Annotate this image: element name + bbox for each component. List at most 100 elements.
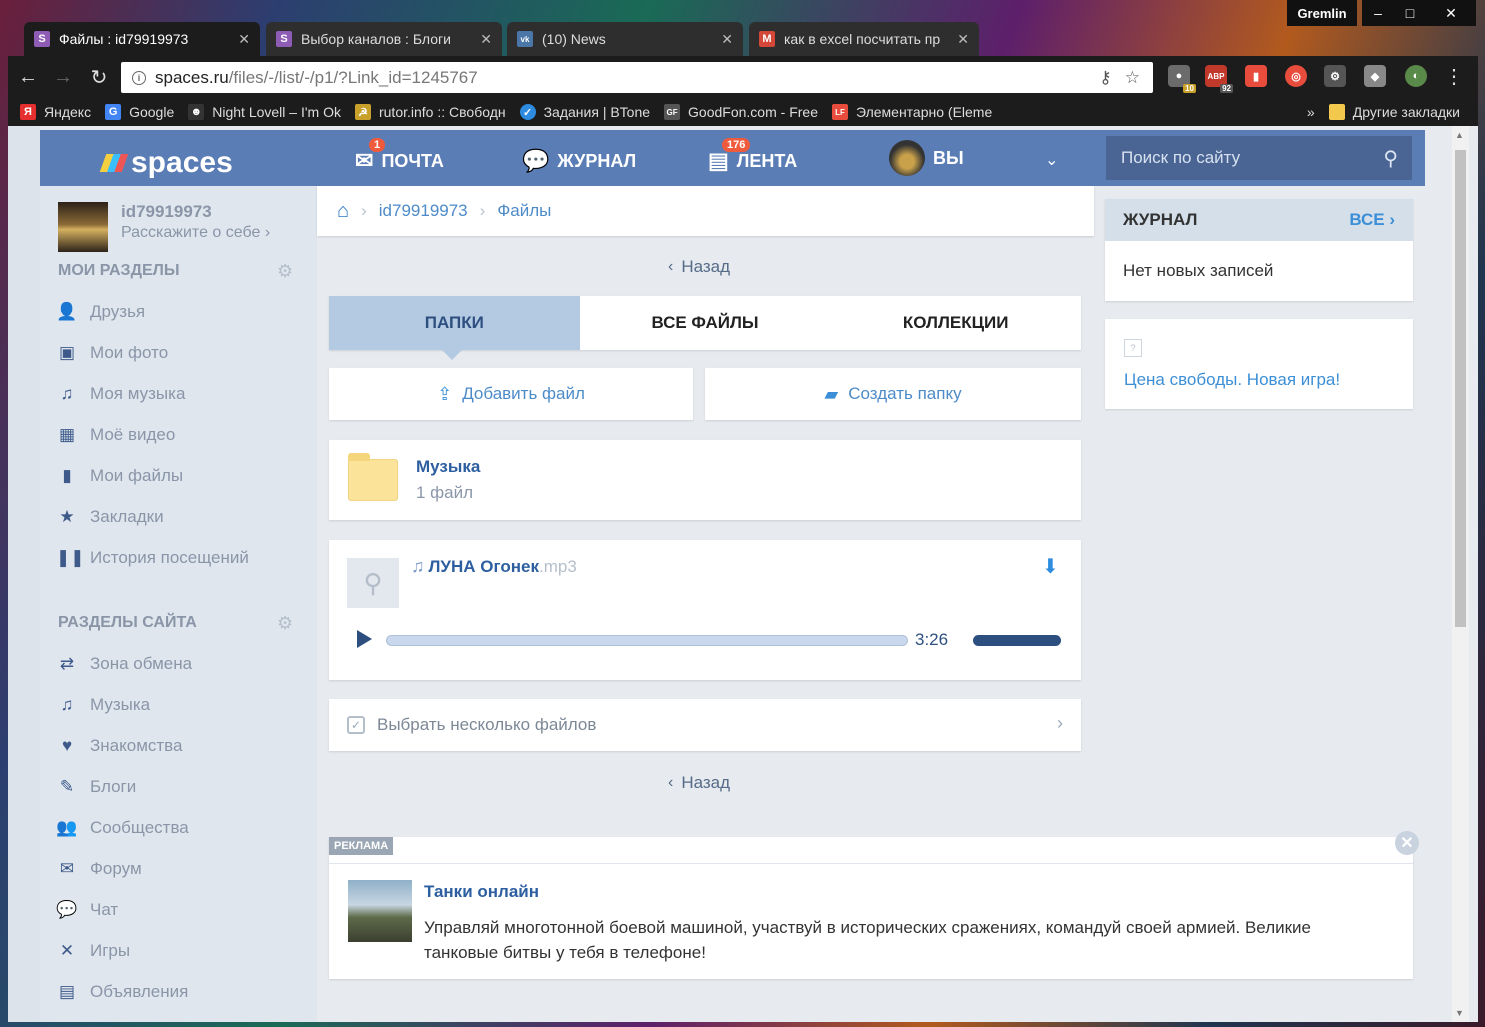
- chevron-down-icon[interactable]: ⌄: [1045, 150, 1058, 170]
- sidebar-item-video[interactable]: ▦ Моё видео: [56, 425, 175, 445]
- extension-people-icon[interactable]: ● 10: [1168, 65, 1196, 93]
- site-info-icon[interactable]: i: [132, 70, 146, 85]
- bookmark-night-lovell[interactable]: ☻ Night Lovell – I'm Ok: [188, 104, 341, 120]
- back-link-bottom[interactable]: ‹ Назад: [668, 773, 730, 793]
- tab-collections[interactable]: КОЛЛЕКЦИИ: [830, 296, 1081, 350]
- sidebar-item-bookmarks[interactable]: ★ Закладки: [56, 507, 163, 527]
- breadcrumb-user-link[interactable]: id79919973: [379, 201, 468, 221]
- bookmark-elementary[interactable]: LF Элементарно (Eleme: [831, 104, 992, 120]
- create-folder-button[interactable]: ▰ Создать папку: [705, 368, 1081, 420]
- spaces-logo-mark-icon: [99, 154, 129, 172]
- minimize-button[interactable]: –: [1362, 0, 1394, 26]
- gmail-favicon-icon: M: [759, 31, 775, 47]
- extension-target-icon[interactable]: ◎: [1285, 65, 1307, 87]
- scrollbar-thumb[interactable]: [1455, 150, 1466, 627]
- scroll-down-icon[interactable]: ▼: [1455, 1008, 1464, 1018]
- tab-close-icon[interactable]: ✕: [957, 31, 969, 48]
- tab-folders[interactable]: ПАПКИ: [329, 296, 580, 360]
- extension-cube-icon[interactable]: ◆: [1364, 65, 1386, 87]
- back-link-top[interactable]: ‹ Назад: [668, 257, 730, 277]
- key-icon[interactable]: ⚷: [1099, 68, 1111, 88]
- folder-icon: [1328, 104, 1345, 120]
- profile-about-link[interactable]: Расскажите о себе ›: [121, 224, 270, 242]
- tab-all-files[interactable]: ВСЕ ФАЙЛЫ: [580, 296, 831, 350]
- extension-globe-icon[interactable]: ◐: [1405, 65, 1427, 87]
- gear-icon[interactable]: ⚙: [277, 261, 293, 282]
- sidebar-item-site-music[interactable]: ♫ Музыка: [56, 695, 151, 715]
- extension-gear-icon[interactable]: ⚙: [1324, 65, 1346, 87]
- sidebar-item-music[interactable]: ♫ Моя музыка: [56, 384, 186, 404]
- bookmark-goodfon[interactable]: GF GoodFon.com - Free: [664, 104, 818, 120]
- sidebar-item-forum[interactable]: ✉ Форум: [56, 859, 142, 879]
- file-title[interactable]: ♫ ЛУНА Огонек .mp3: [411, 556, 577, 577]
- bookmark-other-folder[interactable]: Другие закладки: [1328, 104, 1460, 120]
- download-icon[interactable]: ⬇: [1042, 554, 1059, 579]
- folder-item[interactable]: Музыка 1 файл: [329, 440, 1081, 520]
- nav-feed[interactable]: ▤ 176 ЛЕНТА: [708, 138, 797, 174]
- breadcrumb-files-link[interactable]: Файлы: [497, 201, 551, 221]
- bookmark-btone[interactable]: ✓ Задания | BTone: [519, 104, 650, 120]
- scroll-up-icon[interactable]: ▲: [1455, 130, 1464, 140]
- chrome-menu-icon[interactable]: ⋮: [1444, 64, 1464, 89]
- tab-close-icon[interactable]: ✕: [480, 31, 492, 48]
- bookmark-google[interactable]: G Google: [105, 104, 174, 120]
- sidebar-item-games[interactable]: ✕ Игры: [56, 941, 130, 961]
- spaces-logo[interactable]: spaces: [99, 146, 233, 180]
- home-icon[interactable]: ⌂: [337, 200, 349, 223]
- sidebar-item-blogs[interactable]: ✎ Блоги: [56, 777, 136, 797]
- nav-you[interactable]: ВЫ: [889, 140, 964, 176]
- profile-block[interactable]: id79919973 Расскажите о себе ›: [58, 202, 270, 252]
- ad-title-link[interactable]: Танки онлайн: [424, 882, 539, 902]
- browser-tab-files[interactable]: S Файлы : id79919973 ✕: [24, 22, 260, 56]
- forward-arrow-icon[interactable]: →: [50, 64, 76, 90]
- tab-title: (10) News: [542, 31, 606, 47]
- journal-all-link[interactable]: ВСЕ ›: [1349, 210, 1395, 230]
- sidebar-item-files[interactable]: ▮ Мои файлы: [56, 466, 183, 486]
- chrome-profile-button[interactable]: Gremlin: [1287, 0, 1357, 26]
- sidebar-item-history[interactable]: ❚❚ История посещений: [56, 548, 249, 568]
- sidebar-item-chat[interactable]: 💬 Чат: [56, 900, 118, 920]
- bookmark-star-icon[interactable]: ☆: [1125, 68, 1140, 88]
- add-file-button[interactable]: ⇪ Добавить файл: [329, 368, 693, 420]
- nav-mail[interactable]: ✉ 1 ПОЧТА: [355, 138, 444, 174]
- reload-icon[interactable]: ↻: [86, 64, 112, 90]
- sidebar-item-friends[interactable]: 👤 Друзья: [56, 302, 145, 322]
- sidebar-item-photos[interactable]: ▣ Мои фото: [56, 343, 168, 363]
- tab-close-icon[interactable]: ✕: [721, 31, 733, 48]
- avatar[interactable]: [58, 202, 108, 252]
- sidebar-item-communities[interactable]: 👥 Сообщества: [56, 818, 188, 838]
- close-window-button[interactable]: ✕: [1426, 0, 1476, 26]
- gear-icon[interactable]: ⚙: [277, 613, 293, 634]
- close-icon[interactable]: ✕: [1395, 831, 1419, 855]
- promo-link[interactable]: Цена свободы. Новая игра!: [1124, 370, 1340, 390]
- sidebar-item-classifieds[interactable]: ▤ Объявления: [56, 982, 188, 1002]
- bookmark-yandex[interactable]: Я Яндекс: [20, 104, 91, 120]
- profile-username[interactable]: id79919973: [121, 202, 270, 222]
- chevron-left-icon: ‹: [668, 258, 674, 275]
- browser-tab-blogs[interactable]: S Выбор каналов : Блоги ✕: [266, 22, 502, 56]
- bookmark-rutor[interactable]: ☭ rutor.info :: Свободн: [354, 104, 506, 120]
- tab-close-icon[interactable]: ✕: [238, 31, 250, 48]
- address-bar[interactable]: i spaces.ru/files/-/list/-/p1/?Link_id=1…: [121, 62, 1153, 93]
- sidebar-item-dating[interactable]: ♥ Знакомства: [56, 736, 183, 756]
- page-left-gutter: [8, 126, 40, 1022]
- site-search-input[interactable]: Поиск по сайту ⚲: [1106, 136, 1412, 180]
- bookmarks-overflow-icon[interactable]: »: [1307, 104, 1315, 120]
- search-icon[interactable]: ⚲: [1383, 146, 1398, 171]
- url-text[interactable]: spaces.ru/files/-/list/-/p1/?Link_id=124…: [155, 68, 1099, 88]
- adblock-plus-icon[interactable]: ABP 92: [1205, 65, 1233, 93]
- select-multiple-files-button[interactable]: ✓ Выбрать несколько файлов ›: [329, 699, 1081, 751]
- volume-slider[interactable]: [973, 635, 1061, 646]
- browser-tab-vk-news[interactable]: vk (10) News ✕: [507, 22, 743, 56]
- ad-tank-image[interactable]: [348, 880, 412, 942]
- sidebar-item-exchange[interactable]: ⇄ Зона обмена: [56, 654, 192, 674]
- extension-flag-icon[interactable]: ▮: [1245, 65, 1267, 87]
- play-icon[interactable]: [357, 630, 372, 648]
- back-arrow-icon[interactable]: ←: [15, 64, 41, 90]
- audio-progress-slider[interactable]: [386, 635, 908, 646]
- maximize-button[interactable]: □: [1394, 0, 1426, 26]
- nav-journal[interactable]: 💬 ЖУРНАЛ: [522, 148, 636, 174]
- browser-tab-gmail[interactable]: M как в excel посчитать пр ✕: [749, 22, 979, 56]
- folder-name[interactable]: Музыка: [416, 457, 480, 477]
- page-scrollbar[interactable]: ▲ ▼: [1452, 126, 1469, 1022]
